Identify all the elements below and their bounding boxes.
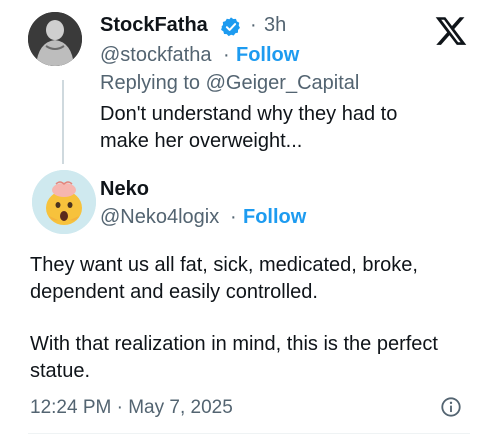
- reply-time[interactable]: 3h: [264, 14, 286, 37]
- tweet-handle-dot: ·: [230, 206, 237, 228]
- stockfatha-handle[interactable]: @stockfatha: [100, 44, 211, 67]
- neko-avatar[interactable]: [32, 170, 96, 234]
- bottom-divider: [28, 433, 470, 434]
- info-icon[interactable]: [440, 396, 462, 418]
- tweet-timestamp[interactable]: 12:24 PM · May 7, 2025: [30, 397, 233, 419]
- replying-to-label[interactable]: Replying to @Geiger_Capital: [100, 72, 359, 95]
- reply-handle-dot: ·: [223, 44, 230, 66]
- tweet-text-paragraph-1: They want us all fat, sick, medicated, b…: [30, 254, 418, 303]
- stockfatha-display-name[interactable]: StockFatha: [100, 14, 208, 37]
- reply-text: Don't understand why they had to make he…: [100, 103, 398, 152]
- x-logo-icon[interactable]: [434, 14, 468, 48]
- neko-handle[interactable]: @Neko4logix: [100, 206, 219, 229]
- reply-dot-separator: ·: [250, 14, 257, 36]
- follow-neko-button[interactable]: Follow: [243, 206, 306, 229]
- thread-connector-line: [62, 80, 64, 164]
- neko-display-name[interactable]: Neko: [100, 178, 149, 201]
- tweet-text-paragraph-2: With that realization in mind, this is t…: [30, 333, 438, 382]
- verified-badge-icon: [221, 17, 240, 37]
- follow-stockfatha-button[interactable]: Follow: [236, 44, 299, 67]
- stockfatha-avatar[interactable]: [28, 12, 82, 66]
